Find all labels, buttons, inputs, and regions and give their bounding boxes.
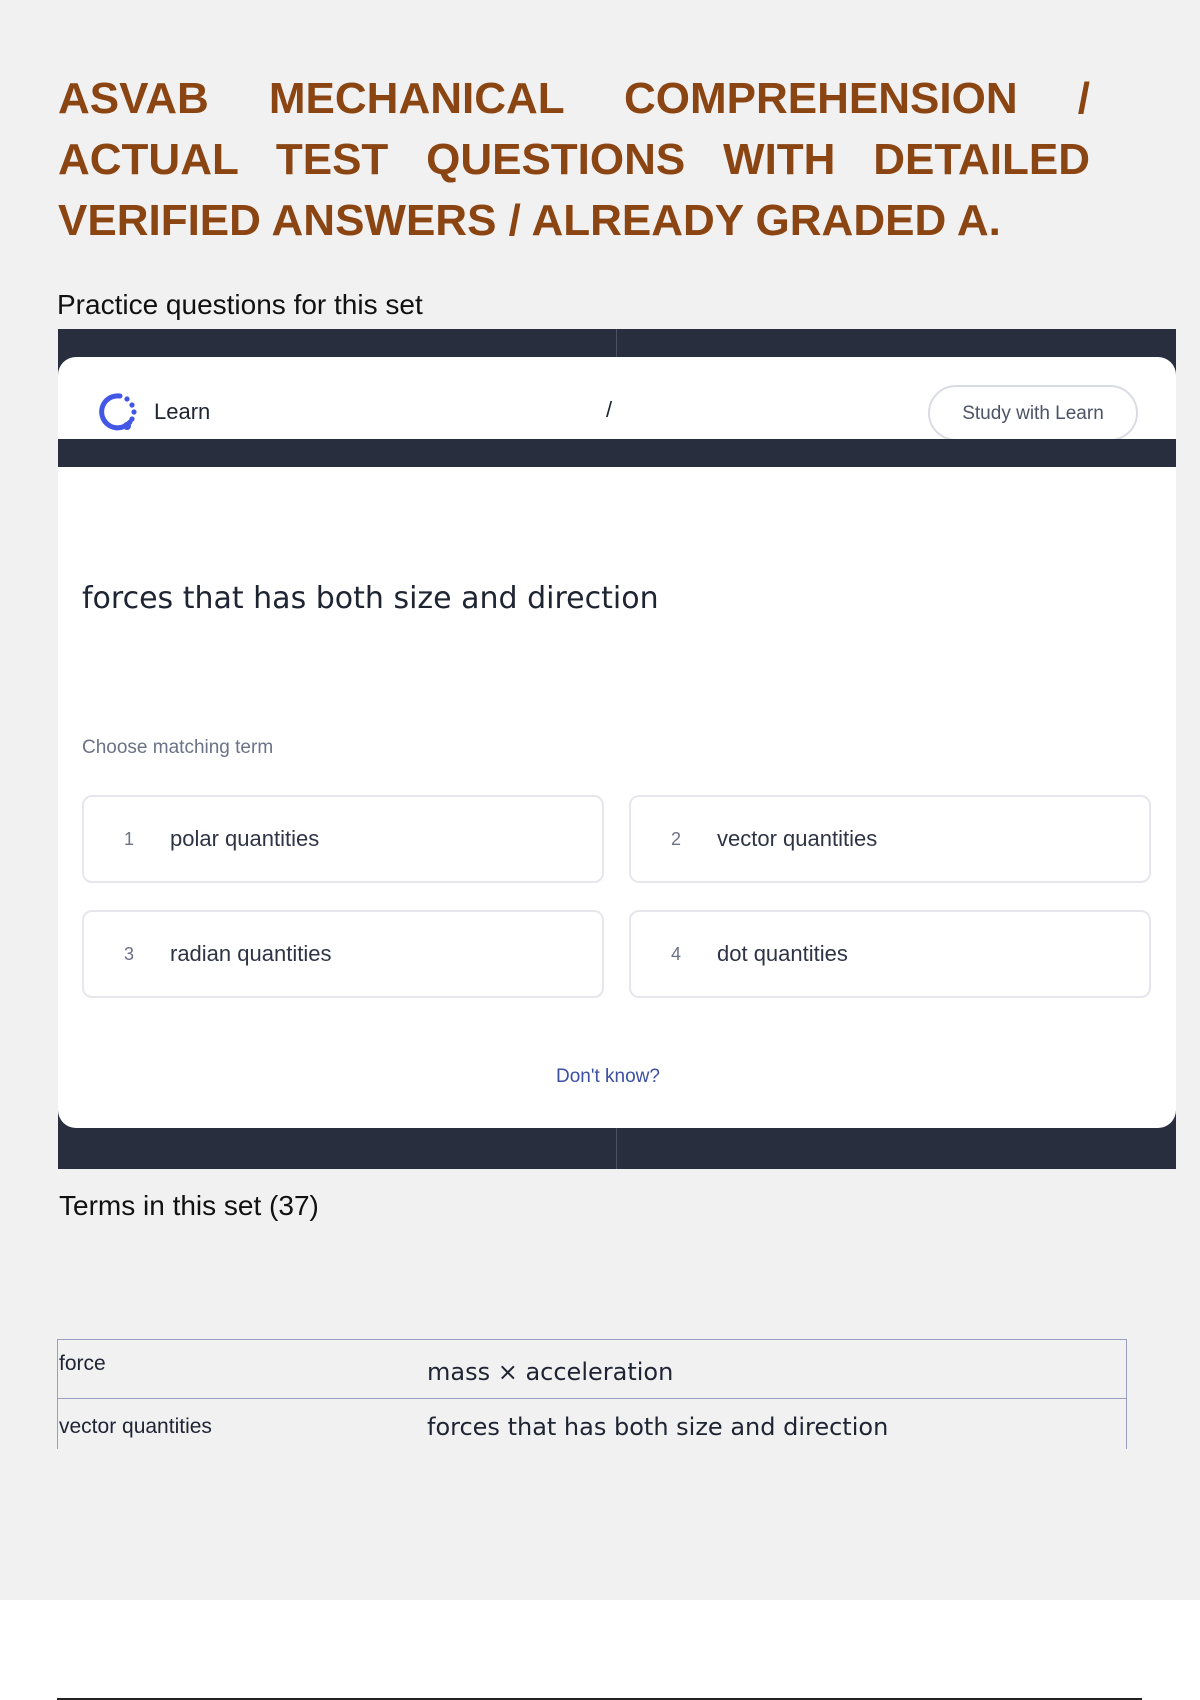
option-label: radian quantities — [170, 941, 332, 966]
widget-band — [58, 439, 1176, 467]
definition-cell: mass × acceleration — [427, 1358, 674, 1386]
progress-indicator: / — [606, 397, 613, 422]
practice-widget: Learn / Study with Learn forces that has… — [58, 329, 1176, 1169]
answer-option-4[interactable]: 4 dot quantities — [629, 910, 1151, 998]
table-row: force mass × acceleration — [58, 1340, 1126, 1399]
learn-progress-icon — [96, 391, 138, 433]
instruction-label: Choose matching term — [82, 737, 274, 758]
practice-heading: Practice questions for this set — [57, 289, 423, 320]
term-cell: force — [59, 1352, 106, 1375]
answer-option-3[interactable]: 3 radian quantities — [82, 910, 604, 998]
definition-cell: forces that has both size and direction — [427, 1413, 889, 1441]
table-row: vector quantities forces that has both s… — [58, 1398, 1126, 1456]
document-title: ASVAB MECHANICAL COMPREHENSION / ACTUAL … — [58, 74, 1090, 245]
terms-heading: Terms in this set (37) — [59, 1190, 319, 1221]
option-number: 4 — [671, 944, 682, 964]
option-label: dot quantities — [717, 941, 848, 966]
dont-know-link[interactable]: Don't know? — [556, 1066, 660, 1088]
answer-option-2[interactable]: 2 vector quantities — [629, 795, 1151, 883]
option-label: vector quantities — [717, 826, 878, 851]
option-number: 3 — [124, 944, 135, 964]
option-number: 1 — [124, 829, 135, 849]
term-cell: vector quantities — [59, 1415, 212, 1438]
option-number: 2 — [671, 829, 682, 849]
learn-mode-label: Learn — [154, 399, 211, 424]
answer-option-1[interactable]: 1 polar quantities — [82, 795, 604, 883]
option-label: polar quantities — [170, 826, 320, 851]
question-text: forces that has both size and direction — [82, 581, 659, 616]
question-card: forces that has both size and direction … — [58, 467, 1176, 1128]
study-with-learn-button[interactable]: Study with Learn — [928, 385, 1138, 441]
terms-table: force mass × acceleration vector quantit… — [57, 1339, 1127, 1449]
